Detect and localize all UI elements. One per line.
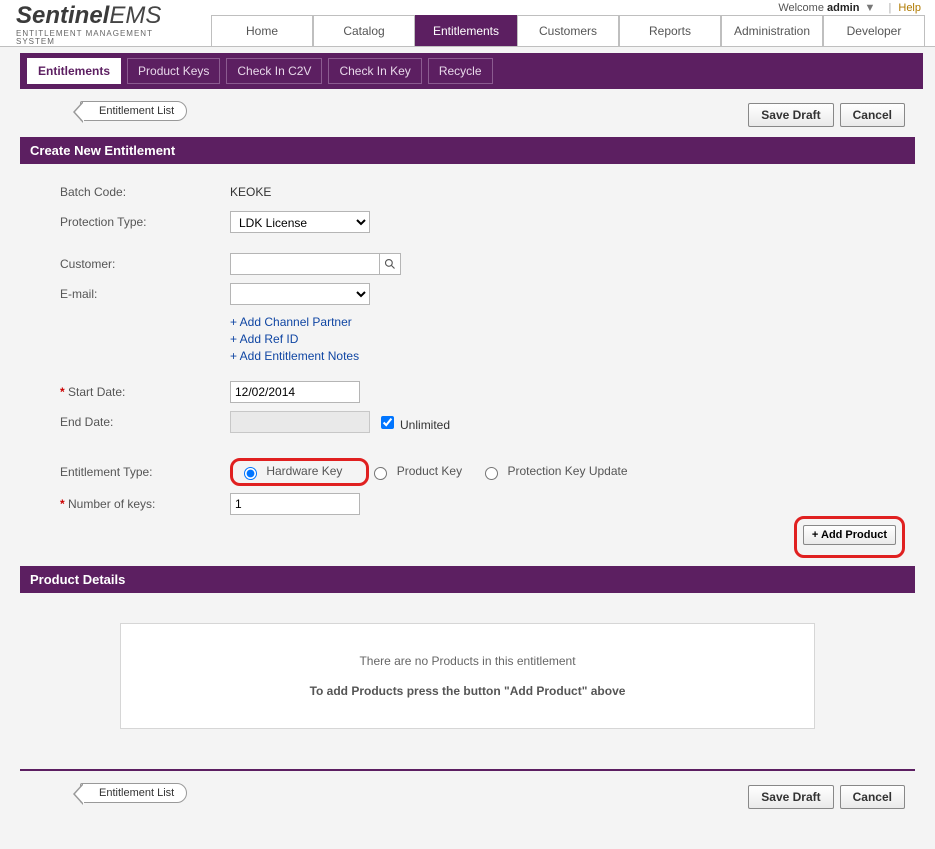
batch-code-value: KEOKE <box>230 185 271 199</box>
email-select[interactable] <box>230 283 370 305</box>
tab-entitlements[interactable]: Entitlements <box>415 15 517 46</box>
add-entitlement-notes-link[interactable]: + Add Entitlement Notes <box>230 349 359 363</box>
subtab-product-keys[interactable]: Product Keys <box>127 58 220 84</box>
subtab-check-in-key[interactable]: Check In Key <box>328 58 421 84</box>
tab-administration[interactable]: Administration <box>721 15 823 46</box>
add-channel-partner-link[interactable]: + Add Channel Partner <box>230 315 359 329</box>
add-product-button[interactable]: + Add Product <box>803 525 896 545</box>
subtab-check-in-c2v[interactable]: Check In C2V <box>226 58 322 84</box>
logo-bold: Sentinel <box>16 2 109 29</box>
email-label: E-mail: <box>60 287 230 301</box>
tab-reports[interactable]: Reports <box>619 15 721 46</box>
customer-input[interactable] <box>230 253 380 275</box>
end-date-label: End Date: <box>60 415 230 429</box>
tab-customers[interactable]: Customers <box>517 15 619 46</box>
subtab-recycle[interactable]: Recycle <box>428 58 493 84</box>
radio-protection-key-update[interactable]: Protection Key Update <box>480 464 627 480</box>
empty-line2: To add Products press the button "Add Pr… <box>141 684 794 698</box>
radio-protection-key-update-input[interactable] <box>485 467 498 480</box>
main-tabs: Home Catalog Entitlements Customers Repo… <box>211 15 925 46</box>
subtab-entitlements[interactable]: Entitlements <box>27 58 121 84</box>
customer-label: Customer: <box>60 257 230 271</box>
cancel-button[interactable]: Cancel <box>840 103 905 127</box>
protection-type-label: Protection Type: <box>60 215 230 229</box>
unlimited-checkbox-label[interactable]: Unlimited <box>377 413 450 432</box>
protection-type-select[interactable]: LDK License <box>230 211 370 233</box>
welcome-prefix: Welcome <box>778 2 824 14</box>
product-details-header: Product Details <box>20 566 915 593</box>
unlimited-checkbox[interactable] <box>381 416 394 429</box>
help-link[interactable]: Help <box>898 2 921 14</box>
radio-product-key-input[interactable] <box>374 467 387 480</box>
logo-subtitle: ENTITLEMENT MANAGEMENT SYSTEM <box>16 30 191 46</box>
product-empty-state: There are no Products in this entitlemen… <box>120 623 815 729</box>
unlimited-text: Unlimited <box>400 418 450 432</box>
save-draft-button-bottom[interactable]: Save Draft <box>748 785 833 809</box>
start-date-label: Start Date: <box>60 385 230 399</box>
divider: | <box>888 2 891 14</box>
tab-catalog[interactable]: Catalog <box>313 15 415 46</box>
add-ref-id-link[interactable]: + Add Ref ID <box>230 332 359 346</box>
radio-product-key[interactable]: Product Key <box>369 464 462 480</box>
highlight-hardware-key: Hardware Key <box>230 458 369 486</box>
start-date-input[interactable] <box>230 381 360 403</box>
tab-developer[interactable]: Developer <box>823 15 925 46</box>
logo-thin: EMS <box>109 2 161 29</box>
radio-hardware-key[interactable]: Hardware Key <box>239 464 342 478</box>
panel-title: Create New Entitlement <box>20 137 915 164</box>
cancel-button-bottom[interactable]: Cancel <box>840 785 905 809</box>
num-keys-label: Number of keys: <box>60 497 230 511</box>
num-keys-input[interactable] <box>230 493 360 515</box>
sub-tab-bar: Entitlements Product Keys Check In C2V C… <box>20 53 923 89</box>
user-menu-caret-icon[interactable]: ▼ <box>865 2 876 14</box>
entitlement-type-label: Entitlement Type: <box>60 465 230 479</box>
end-date-input <box>230 411 370 433</box>
panel-title-text: Create New Entitlement <box>30 143 175 158</box>
breadcrumb-entitlement-list-bottom[interactable]: Entitlement List <box>80 783 187 803</box>
empty-line1: There are no Products in this entitlemen… <box>141 654 794 668</box>
welcome-user: admin <box>827 2 859 14</box>
welcome-bar: Welcome admin ▼ | Help <box>778 2 921 14</box>
radio-hardware-key-input[interactable] <box>244 467 257 480</box>
save-draft-button[interactable]: Save Draft <box>748 103 833 127</box>
breadcrumb-entitlement-list[interactable]: Entitlement List <box>80 101 187 121</box>
highlight-add-product: + Add Product <box>794 516 905 558</box>
logo: SentinelEMS ENTITLEMENT MANAGEMENT SYSTE… <box>16 4 191 46</box>
tab-home[interactable]: Home <box>211 15 313 46</box>
customer-search-icon[interactable] <box>379 253 401 275</box>
batch-code-label: Batch Code: <box>60 185 230 199</box>
